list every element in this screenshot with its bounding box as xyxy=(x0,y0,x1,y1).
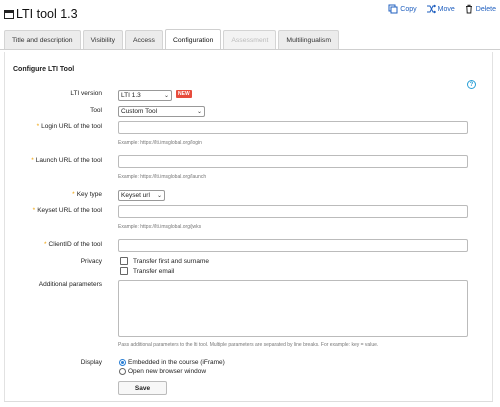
help-icon[interactable]: ? xyxy=(467,80,476,89)
section-title: Configure LTI Tool xyxy=(13,66,75,73)
tool-select[interactable]: Custom Tool ⌄ xyxy=(118,106,205,117)
window-radio[interactable] xyxy=(119,368,126,375)
copy-label: Copy xyxy=(400,5,417,13)
tab-title-and-description[interactable]: Title and description xyxy=(4,30,81,50)
page-title: LTI tool 1.3 xyxy=(16,7,78,21)
required-marker: * xyxy=(72,191,75,198)
display-label: Display xyxy=(80,359,102,366)
additional-parameters-label: Additional parameters xyxy=(38,281,102,288)
tool-label: Tool xyxy=(90,107,102,114)
tab-access[interactable]: Access xyxy=(125,30,163,50)
window-icon xyxy=(4,10,14,19)
client-id-label-text: ClientID of the tool xyxy=(48,241,102,248)
key-type-value: Keyset url xyxy=(121,192,150,199)
login-url-example: Example: https://lti.imsglobal.org/login xyxy=(118,140,202,146)
email-checkbox-label: Transfer email xyxy=(133,267,175,275)
iframe-radio-label: Embedded in the course (iFrame) xyxy=(128,359,225,366)
key-type-select[interactable]: Keyset url ⌄ xyxy=(118,190,165,201)
keyset-url-example: Example: https://lti.imsglobal.org/jwks xyxy=(118,224,202,230)
new-badge: NEW xyxy=(176,90,192,98)
delete-button[interactable]: Delete xyxy=(464,4,496,14)
form-bottom-divider xyxy=(4,401,493,402)
window-radio-label: Open new browser window xyxy=(128,368,207,375)
login-url-input[interactable] xyxy=(118,121,468,134)
header-actions: Copy Move Delete xyxy=(388,4,496,14)
lti-version-value: LTI 1.3 xyxy=(121,92,141,99)
email-checkbox[interactable] xyxy=(120,267,128,275)
tab-bar: Title and description Visibility Access … xyxy=(4,29,341,50)
privacy-option-name[interactable]: Transfer first and surname xyxy=(120,257,209,265)
login-url-label-text: Login URL of the tool xyxy=(41,123,102,130)
required-marker: * xyxy=(36,123,40,130)
chevron-down-icon: ⌄ xyxy=(163,93,169,99)
required-marker: * xyxy=(43,241,47,248)
privacy-label: Privacy xyxy=(80,258,102,265)
launch-url-label: * Launch URL of the tool xyxy=(31,157,102,164)
required-marker: * xyxy=(32,207,36,214)
additional-parameters-textarea[interactable] xyxy=(118,280,468,337)
move-button[interactable]: Move xyxy=(426,4,455,14)
chevron-down-icon: ⌄ xyxy=(196,109,202,115)
copy-button[interactable]: Copy xyxy=(388,4,417,14)
required-marker: * xyxy=(31,157,34,164)
keyset-url-input[interactable] xyxy=(118,205,468,218)
name-checkbox[interactable] xyxy=(120,257,128,265)
client-id-label: * ClientID of the tool xyxy=(44,241,102,248)
display-option-window[interactable]: Open new browser window xyxy=(119,368,206,375)
display-option-iframe[interactable]: Embedded in the course (iFrame) xyxy=(119,359,225,366)
iframe-radio[interactable] xyxy=(119,359,126,366)
tab-visibility[interactable]: Visibility xyxy=(82,30,124,50)
tab-divider xyxy=(0,49,500,50)
key-type-label-text: Key type xyxy=(76,191,102,198)
client-id-input[interactable] xyxy=(118,239,468,252)
trash-icon xyxy=(465,4,472,14)
name-checkbox-label: Transfer first and surname xyxy=(133,257,209,265)
delete-label: Delete xyxy=(475,5,496,13)
tab-assessment: Assessment xyxy=(223,30,277,50)
launch-url-example: Example: https://lti.imsglobal.org/launc… xyxy=(118,174,207,180)
move-label: Move xyxy=(437,5,455,13)
tab-configuration[interactable]: Configuration xyxy=(164,29,222,50)
additional-parameters-help: Pass additional parameters to the lti to… xyxy=(118,342,379,348)
privacy-option-email[interactable]: Transfer email xyxy=(120,267,174,275)
configuration-panel xyxy=(4,52,493,402)
title-wrap: LTI tool 1.3 xyxy=(4,7,78,21)
lti-version-select[interactable]: LTI 1.3 ⌄ xyxy=(118,90,172,101)
copy-icon xyxy=(388,4,398,14)
shuffle-icon xyxy=(426,4,436,14)
save-button[interactable]: Save xyxy=(118,381,167,395)
chevron-down-icon: ⌄ xyxy=(156,193,162,199)
login-url-label: * Login URL of the tool xyxy=(37,123,102,130)
launch-url-input[interactable] xyxy=(118,155,468,168)
tool-value: Custom Tool xyxy=(121,108,158,115)
lti-version-label: LTI version xyxy=(70,90,102,97)
keyset-url-label-text: Keyset URL of the tool xyxy=(37,207,102,214)
launch-url-label-text: Launch URL of the tool xyxy=(35,157,102,164)
page-header: LTI tool 1.3 Copy Move Delete xyxy=(0,0,500,28)
key-type-label: * Key type xyxy=(72,191,102,198)
tab-multilingualism[interactable]: Multilingualism xyxy=(278,30,339,50)
keyset-url-label: * Keyset URL of the tool xyxy=(33,207,102,214)
